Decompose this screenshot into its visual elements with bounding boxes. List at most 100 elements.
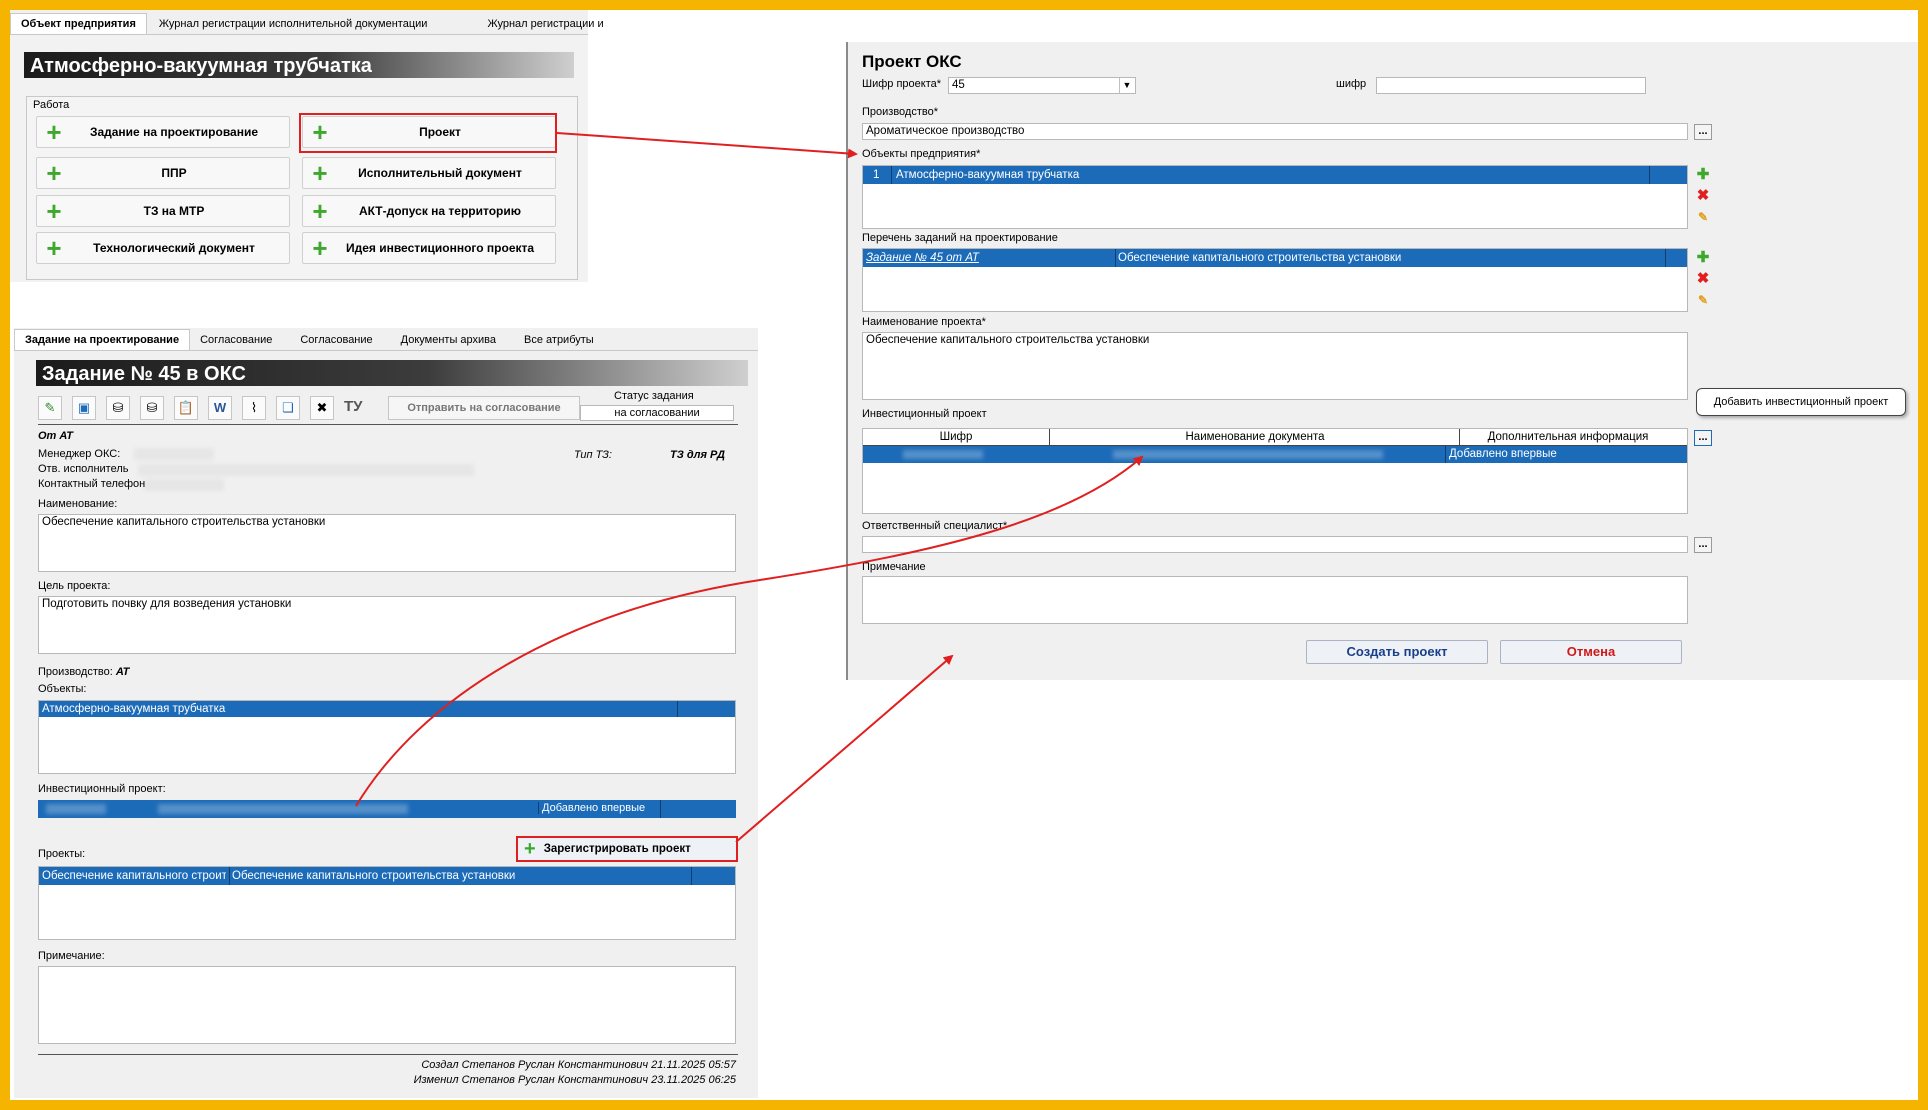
- delete-object-icon[interactable]: ✖: [1694, 187, 1712, 205]
- note-field[interactable]: [862, 576, 1688, 624]
- word-icon[interactable]: W: [208, 396, 232, 420]
- task-link[interactable]: Задание № 45 от АТ: [866, 249, 979, 267]
- delete-task-icon[interactable]: ✖: [1694, 270, 1712, 288]
- task-status-field: на согласовании: [580, 405, 734, 421]
- invest-code-redacted: [903, 450, 983, 459]
- add-task-icon[interactable]: ✚: [1694, 249, 1712, 267]
- add-invest-project-button[interactable]: ...: [1694, 430, 1712, 446]
- production-value: АТ: [115, 666, 130, 678]
- note-field[interactable]: [38, 966, 736, 1044]
- database-sync-icon[interactable]: ⛁: [106, 396, 130, 420]
- specialist-field[interactable]: [862, 536, 1688, 553]
- executor-value: [138, 464, 474, 476]
- ppr-button[interactable]: + ППР: [36, 157, 290, 189]
- production-label: Производство*: [862, 106, 939, 118]
- objects-row-divider: [677, 701, 678, 717]
- note-label: Примечание:: [38, 950, 105, 962]
- objects-row[interactable]: 1 Атмосферно-вакуумная трубчатка: [863, 166, 1687, 184]
- projects-label: Проекты:: [38, 848, 86, 860]
- tu-button[interactable]: ТУ: [344, 398, 363, 415]
- invest-name-redacted: [1113, 450, 1383, 459]
- tz-type-value: ТЗ для РД: [670, 449, 725, 461]
- name-field[interactable]: Обеспечение капитального строительства у…: [38, 514, 736, 572]
- register-project-button[interactable]: + Зарегистрировать проект: [516, 836, 738, 862]
- tasks-row[interactable]: Задание № 45 от АТ Обеспечение капитальн…: [863, 249, 1687, 267]
- goal-field[interactable]: Подготовить почвку для возведения устано…: [38, 596, 736, 654]
- production-select-button[interactable]: ...: [1694, 124, 1712, 140]
- invest-table[interactable]: Шифр Наименование документа Дополнительн…: [862, 428, 1688, 514]
- plus-icon: +: [312, 158, 328, 188]
- from-at-label: От АТ: [38, 430, 73, 442]
- exec-document-button[interactable]: + Исполнительный документ: [302, 157, 556, 189]
- create-project-button[interactable]: Создать проект: [1306, 640, 1488, 664]
- tasks-list[interactable]: Задание № 45 от АТ Обеспечение капитальн…: [862, 248, 1688, 312]
- executor-label: Отв. исполнитель: [38, 463, 129, 475]
- tab-design-task[interactable]: Задание на проектирование: [14, 329, 191, 350]
- invest-col-info[interactable]: Дополнительная информация: [1459, 429, 1676, 445]
- invest-label: Инвестиционный проект:: [38, 783, 166, 795]
- tab-enterprise-object[interactable]: Объект предприятия: [10, 13, 147, 34]
- goal-label: Цель проекта:: [38, 580, 111, 592]
- invest-col-name[interactable]: Наименование документа: [1049, 429, 1460, 445]
- cancel-button[interactable]: Отмена: [1500, 640, 1682, 664]
- tab-exec-docs-journal[interactable]: Журнал регистрации исполнительной докуме…: [149, 14, 438, 34]
- clipboard-icon[interactable]: 📋: [174, 396, 198, 420]
- invest-code-redacted: [46, 804, 106, 814]
- objects-row-divider: [1649, 166, 1650, 184]
- shifr-field[interactable]: [1376, 77, 1646, 94]
- oks-project-panel: Проект ОКС Шифр проекта* 45 ▼ шифр Произ…: [846, 42, 1920, 680]
- clear-task-icon[interactable]: ✎: [1694, 291, 1712, 309]
- clear-object-icon[interactable]: ✎: [1694, 208, 1712, 226]
- save-icon[interactable]: ▣: [72, 396, 96, 420]
- send-for-approval-button[interactable]: Отправить на согласование: [388, 396, 580, 420]
- modified-info: Изменил Степанов Руслан Константинович 2…: [413, 1074, 736, 1086]
- tab-all-attributes[interactable]: Все атрибуты: [514, 330, 604, 350]
- invest-name-redacted: [158, 804, 408, 814]
- code-select[interactable]: 45 ▼: [948, 77, 1136, 94]
- tab-approval-1[interactable]: Согласование: [190, 330, 282, 350]
- plus-icon: +: [46, 233, 62, 263]
- tech-document-button[interactable]: + Технологический документ: [36, 232, 290, 264]
- tab-approval-2[interactable]: Согласование: [290, 330, 382, 350]
- production-field[interactable]: Ароматическое производство: [862, 123, 1688, 140]
- invest-col-code[interactable]: Шифр: [863, 429, 1049, 445]
- pdf-icon[interactable]: ⌇: [242, 396, 266, 420]
- objects-list[interactable]: Атмосферно-вакуумная трубчатка: [38, 700, 736, 774]
- design-task-button[interactable]: + Задание на проектирование: [36, 116, 290, 148]
- tz-mtr-button[interactable]: + ТЗ на МТР: [36, 195, 290, 227]
- plus-icon: +: [312, 196, 328, 226]
- copy-docs-icon[interactable]: ❏: [276, 396, 300, 420]
- objects-row[interactable]: Атмосферно-вакуумная трубчатка: [39, 701, 735, 717]
- project-button[interactable]: + Проект: [302, 116, 556, 148]
- plus-icon: +: [524, 838, 536, 860]
- projects-list[interactable]: Обеспечение капитального строите Обеспеч…: [38, 866, 736, 940]
- invest-idea-button[interactable]: + Идея инвестиционного проекта: [302, 232, 556, 264]
- invest-row[interactable]: Добавлено впервые: [863, 446, 1687, 463]
- territory-act-button[interactable]: + АКТ-допуск на территорию: [302, 195, 556, 227]
- panel2-tabbar: Задание на проектирование Согласование С…: [14, 328, 758, 351]
- invest-row[interactable]: Добавлено впервые: [38, 800, 736, 818]
- projects-row-divider: [691, 867, 692, 885]
- plus-icon: +: [46, 158, 62, 188]
- plus-icon: +: [312, 233, 328, 263]
- project-name-field[interactable]: Обеспечение капитального строительства у…: [862, 332, 1688, 400]
- projects-row[interactable]: Обеспечение капитального строите Обеспеч…: [39, 867, 735, 885]
- specialist-select-button[interactable]: ...: [1694, 537, 1712, 553]
- invest-info: Добавлено впервые: [538, 802, 652, 814]
- tab-archive-docs[interactable]: Документы архива: [391, 330, 506, 350]
- note-label: Примечание: [862, 561, 926, 573]
- invest-table-header: Шифр Наименование документа Дополнительн…: [863, 429, 1687, 446]
- database-add-icon[interactable]: ⛁: [140, 396, 164, 420]
- footer-separator: [38, 1054, 738, 1055]
- phone-value: [144, 479, 224, 491]
- edit-icon[interactable]: ✎: [38, 396, 62, 420]
- project-name-label: Наименование проекта*: [862, 316, 986, 328]
- objects-list[interactable]: 1 Атмосферно-вакуумная трубчатка: [862, 165, 1688, 229]
- delete-doc-icon[interactable]: ✖: [310, 396, 334, 420]
- manager-value: [134, 448, 214, 460]
- design-task-panel: Задание на проектирование Согласование С…: [14, 328, 758, 1098]
- add-object-icon[interactable]: ✚: [1694, 166, 1712, 184]
- plus-icon: +: [46, 117, 62, 147]
- tab-registration-journal[interactable]: Журнал регистрации и: [477, 14, 613, 34]
- manager-label: Менеджер ОКС:: [38, 448, 121, 460]
